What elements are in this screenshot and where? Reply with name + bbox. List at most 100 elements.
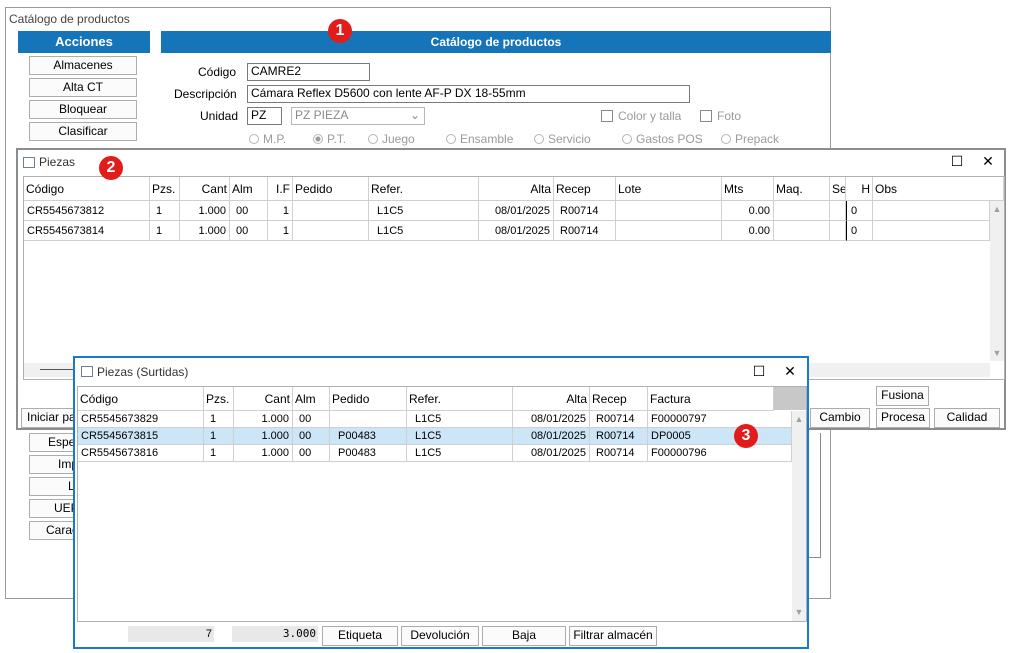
col-recep[interactable]: Recep xyxy=(590,387,648,411)
surtidas-vscrollbar[interactable]: ▲ ▼ xyxy=(792,411,806,621)
cell-pzs: 1 xyxy=(150,201,180,221)
col-alm[interactable]: Alm xyxy=(293,387,330,411)
cell-pedido: P00483 xyxy=(330,445,407,462)
table-row[interactable]: CR5545673816 1 1.000 00 P00483 L1C5 08/0… xyxy=(78,445,792,462)
cell-obs xyxy=(873,201,990,221)
close-icon[interactable]: ✕ xyxy=(978,153,998,169)
col-pedido[interactable]: Pedido xyxy=(293,177,369,201)
descripcion-label: Descripción xyxy=(174,87,237,101)
radio-juego-circle xyxy=(368,134,378,144)
col-refer[interactable]: Refer. xyxy=(369,177,479,201)
cambio-button[interactable]: Cambio xyxy=(810,408,870,428)
filtrar-almacen-button[interactable]: Filtrar almacén xyxy=(569,626,657,646)
devolucion-button[interactable]: Devolución xyxy=(401,626,479,646)
badge-2: 2 xyxy=(99,156,123,180)
cell-alm: 00 xyxy=(293,428,330,445)
cell-cant: 1.000 xyxy=(180,201,230,221)
close-icon[interactable]: ✕ xyxy=(780,363,800,379)
cell-lote xyxy=(616,201,722,221)
color-talla-checkbox[interactable]: Color y talla xyxy=(601,109,681,123)
total-cant-value: 3.000 xyxy=(282,627,316,640)
bloquear-button[interactable]: Bloquear xyxy=(29,100,137,119)
cell-refer: L1C5 xyxy=(407,428,513,445)
radio-pt[interactable]: P.T. xyxy=(313,132,346,146)
cell-alm: 00 xyxy=(230,221,268,241)
radio-ensamble-label: Ensamble xyxy=(460,132,514,146)
foto-checkbox[interactable]: Foto xyxy=(700,109,741,123)
unidad-select[interactable]: PZ PIEZA ⌄ xyxy=(291,107,425,125)
cell-lote xyxy=(616,221,722,241)
clasificar-button[interactable]: Clasificar xyxy=(29,122,137,141)
scroll-down-icon[interactable]: ▼ xyxy=(793,607,805,617)
iniciar-button[interactable]: Iniciar pa xyxy=(21,408,81,428)
table-row[interactable]: CR5545673812 1 1.000 00 1 L1C5 08/01/202… xyxy=(24,201,990,221)
radio-juego[interactable]: Juego xyxy=(368,132,415,146)
radio-gastos-pos-circle xyxy=(622,134,632,144)
col-cant[interactable]: Cant xyxy=(234,387,293,411)
piezas-vscrollbar[interactable]: ▲ ▼ xyxy=(990,201,1004,361)
scroll-up-icon[interactable]: ▲ xyxy=(991,204,1003,214)
scroll-up-icon[interactable]: ▲ xyxy=(793,414,805,424)
col-lote[interactable]: Lote xyxy=(616,177,722,201)
col-if[interactable]: I.F xyxy=(268,177,293,201)
col-se[interactable]: Se xyxy=(830,177,846,201)
cell-pedido xyxy=(330,411,407,428)
col-mts[interactable]: Mts xyxy=(722,177,774,201)
cell-pzs: 1 xyxy=(204,411,234,428)
fusiona-button[interactable]: Fusiona xyxy=(876,386,929,406)
maximize-icon[interactable]: ☐ xyxy=(749,363,769,379)
col-h[interactable]: H xyxy=(846,177,873,201)
calidad-button[interactable]: Calidad xyxy=(934,408,1000,428)
cell-mts: 0.00 xyxy=(722,201,774,221)
surtidas-window-title: Piezas (Surtidas) xyxy=(97,365,189,379)
grid-corner xyxy=(774,387,806,410)
col-recep[interactable]: Recep xyxy=(554,177,616,201)
cell-maq xyxy=(774,221,830,241)
piezas-window-title: Piezas xyxy=(39,155,76,169)
maximize-icon[interactable]: ☐ xyxy=(947,153,967,169)
cell-codigo: CR5545673816 xyxy=(78,445,204,462)
table-row[interactable]: CR5545673814 1 1.000 00 1 L1C5 08/01/202… xyxy=(24,221,990,241)
baja-button[interactable]: Baja xyxy=(482,626,566,646)
cell-codigo: CR5545673829 xyxy=(78,411,204,428)
catalog-panel-header: Catálogo de productos xyxy=(161,31,831,53)
cell-obs xyxy=(873,221,990,241)
col-pedido[interactable]: Pedido xyxy=(330,387,407,411)
piezas-grid: Código Pzs. Cant Alm I.F Pedido Refer. A… xyxy=(23,176,1005,380)
col-cant[interactable]: Cant xyxy=(180,177,230,201)
col-refer[interactable]: Refer. xyxy=(407,387,513,411)
cell-if: 1 xyxy=(268,221,293,241)
col-obs[interactable]: Obs xyxy=(873,177,1004,201)
radio-mp-circle xyxy=(249,134,259,144)
scroll-down-icon[interactable]: ▼ xyxy=(991,348,1003,358)
col-codigo[interactable]: Código xyxy=(78,387,204,411)
alta-ct-button[interactable]: Alta CT xyxy=(29,78,137,97)
cell-mts: 0.00 xyxy=(722,221,774,241)
radio-servicio[interactable]: Servicio xyxy=(534,132,591,146)
unidad-field[interactable]: PZ xyxy=(247,107,282,125)
radio-ensamble[interactable]: Ensamble xyxy=(446,132,513,146)
color-talla-checkbox-box xyxy=(601,110,613,122)
radio-prepack-circle xyxy=(721,134,731,144)
cell-h: 0 xyxy=(846,221,873,241)
col-factura[interactable]: Factura xyxy=(648,387,774,411)
procesa-button[interactable]: Procesa xyxy=(876,408,930,428)
descripcion-field[interactable]: Cámara Reflex D5600 con lente AF-P DX 18… xyxy=(247,85,690,103)
col-alm[interactable]: Alm xyxy=(230,177,268,201)
almacenes-button[interactable]: Almacenes xyxy=(29,56,137,75)
col-alta[interactable]: Alta xyxy=(513,387,590,411)
table-row[interactable]: CR5545673829 1 1.000 00 L1C5 08/01/2025 … xyxy=(78,411,792,428)
table-row-selected[interactable]: CR5545673815 1 1.000 00 P00483 L1C5 08/0… xyxy=(78,428,792,445)
col-codigo[interactable]: Código xyxy=(24,177,150,201)
col-pzs[interactable]: Pzs. xyxy=(204,387,234,411)
col-alta[interactable]: Alta xyxy=(479,177,554,201)
cell-alta: 08/01/2025 xyxy=(513,428,590,445)
cell-alta: 08/01/2025 xyxy=(513,411,590,428)
radio-prepack[interactable]: Prepack xyxy=(721,132,779,146)
col-maq[interactable]: Maq. xyxy=(774,177,830,201)
etiqueta-button[interactable]: Etiqueta xyxy=(322,626,398,646)
codigo-field[interactable]: CAMRE2 xyxy=(247,63,370,81)
radio-mp[interactable]: M.P. xyxy=(249,132,286,146)
radio-gastos-pos[interactable]: Gastos POS xyxy=(622,132,703,146)
col-pzs[interactable]: Pzs. xyxy=(150,177,180,201)
